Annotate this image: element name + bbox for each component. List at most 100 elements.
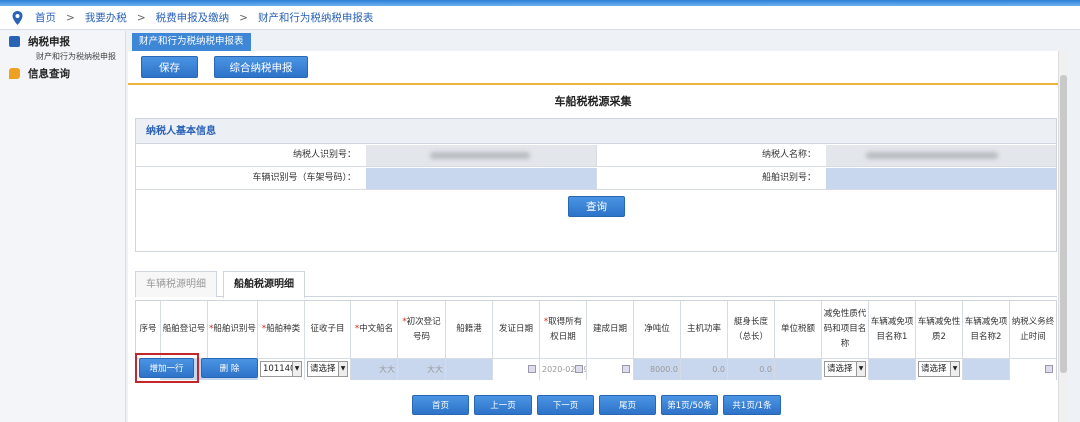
reduction2-select[interactable]: 请选择 ▼ [918,361,960,377]
pager-next-button[interactable]: 下一页 [537,395,594,415]
scrollbar-thumb[interactable] [1060,75,1067,373]
pager-total-info: 共1页/1条 [723,395,781,415]
reduction2-cell: 请选择 ▼ [916,359,963,380]
breadcrumb-home[interactable]: 首页 [35,10,56,25]
column-header: 减免性质代码和项目名称 [822,301,869,359]
reduction-code-select[interactable]: 请选择 ▼ [824,361,866,377]
combined-declaration-button[interactable]: 综合纳税申报 [214,56,308,78]
breadcrumb-current-page[interactable]: 财产和行为税纳税申报表 [258,10,374,25]
ship-detail-grid: 序号 船舶登记号 *船舶识别号 *船舶种类 征收子目 *中文船名 *初次登记号码… [135,300,1057,380]
page-title: 车船税税源采集 [554,95,632,108]
breadcrumb-declaration-payment[interactable]: 税费申报及缴纳 [156,10,230,25]
report-icon [9,36,20,47]
column-header: *船舶识别号 [208,301,258,359]
breadcrumb-tax-services[interactable]: 我要办税 [85,10,127,25]
unit-tax-cell [775,359,822,380]
tab-property-tax-form[interactable]: 财产和行为税纳税申报表 [132,33,251,51]
build-date-input[interactable] [587,359,634,380]
calendar-icon[interactable] [528,365,536,373]
breadcrumb-separator: > [136,11,146,24]
vehicle-id-label: 车辆识别号（车架号码）： [252,173,356,183]
vertical-scrollbar[interactable] [1058,51,1068,422]
vehicle-id-input[interactable] [366,168,596,189]
sidebar-group-info-query[interactable]: 信息查询 [0,65,125,82]
reduction-name1-cell [869,359,916,380]
calendar-icon[interactable] [1045,365,1053,373]
taxpayer-id-label: 纳税人识别号： [292,150,356,160]
sidebar-group-label: 信息查询 [28,68,70,80]
pager-page-info[interactable]: 第1页/50条 [661,395,718,415]
delete-row-button[interactable]: 删 除 [201,358,258,378]
tab-strip: 财产和行为税纳税申报表 [128,31,1068,51]
net-tonnage-cell[interactable]: 8000.0 [634,359,681,380]
column-header: 主机功率 [681,301,728,359]
calendar-icon[interactable] [622,365,630,373]
column-header: 船舶登记号 [161,301,208,359]
ship-id-label: 船舶识别号： [596,168,826,189]
highlight-box [135,353,199,383]
sidebar-group-tax-declaration[interactable]: 纳税申报 [0,33,125,50]
calendar-icon[interactable] [575,365,583,373]
column-header: 纳税义务终止时间 [1010,301,1056,359]
issue-date-input[interactable] [493,359,540,380]
column-header: *取得所有权日期 [540,301,587,359]
chat-bubble-icon [9,68,20,79]
column-header: 净吨位 [634,301,681,359]
taxpayer-name-label: 纳税人名称： [596,145,826,166]
column-header: *船舶种类 [258,301,305,359]
column-header: 船籍港 [446,301,493,359]
end-date-input[interactable] [1010,359,1056,380]
reduction-name2-cell [963,359,1010,380]
taxpayer-info-panel: 纳税人基本信息 纳税人识别号： 纳税人名称： 车辆识别号（车架号码）： 船舶识别… [135,118,1057,252]
query-button[interactable]: 查询 [568,196,625,217]
ship-type-cell: 101140 ▼ [258,359,305,380]
detail-tabs: 车辆税源明细 船舶税源明细 [135,271,1057,298]
panel-title: 纳税人基本信息 [136,119,1056,144]
info-row: 车辆识别号（车架号码）： 船舶识别号： [136,168,1056,190]
column-header: *中文船名 [351,301,398,359]
column-header: 序号 [136,301,161,359]
save-button[interactable]: 保存 [141,56,198,78]
sidebar-group-label: 纳税申报 [28,36,70,48]
pager-first-button[interactable]: 首页 [412,395,469,415]
ship-type-select[interactable]: 101140 ▼ [260,361,302,377]
location-pin-icon [12,10,23,25]
column-header: 艇身长度（总长） [728,301,775,359]
sidebar: 纳税申报 财产和行为税纳税申报 信息查询 [0,31,126,422]
column-header: 发证日期 [493,301,540,359]
chinese-name-cell[interactable]: 大大 [351,359,398,380]
breadcrumb-separator: > [239,11,248,24]
column-header: 车辆减免性质2 [916,301,963,359]
tab-ship-detail[interactable]: 船舶税源明细 [223,271,305,298]
reduction-code-cell: 请选择 ▼ [822,359,869,380]
collection-item-select[interactable]: 请选择 ▼ [307,361,348,377]
column-header: 单位税额 [775,301,822,359]
chevron-down-icon: ▼ [950,362,959,376]
info-row: 纳税人识别号： 纳税人名称： [136,145,1056,167]
toolbar-divider [128,83,1058,85]
breadcrumb: 首页 > 我要办税 > 税费申报及缴纳 > 财产和行为税纳税申报表 [0,6,1080,30]
collection-item-cell: 请选择 ▼ [305,359,351,380]
column-header: *初次登记号码 [398,301,446,359]
pager-prev-button[interactable]: 上一页 [474,395,532,415]
chevron-down-icon: ▼ [856,362,865,376]
chevron-down-icon: ▼ [292,362,301,376]
hull-length-cell[interactable]: 0.0 [728,359,775,380]
sidebar-item-property-tax-declaration[interactable]: 财产和行为税纳税申报 [0,50,125,64]
ship-id-input[interactable] [826,168,1056,189]
acquire-date-input[interactable]: 2020-02-29 [540,359,587,380]
main-content: 财产和行为税纳税申报表 保存 综合纳税申报 车船税税源采集 纳税人基本信息 纳税… [128,31,1068,422]
column-header: 征收子目 [305,301,351,359]
first-registration-cell[interactable]: 大大 [398,359,446,380]
pager-last-button[interactable]: 尾页 [599,395,656,415]
column-header: 车辆减免项目名称2 [963,301,1010,359]
chevron-down-icon: ▼ [338,362,347,376]
port-of-registry-input[interactable] [446,359,493,380]
column-header: 车辆减免项目名称1 [869,301,916,359]
column-header: 建成日期 [587,301,634,359]
tab-vehicle-detail[interactable]: 车辆税源明细 [135,271,217,297]
taxpayer-name-field [826,145,1056,166]
breadcrumb-separator: > [66,11,75,24]
engine-power-cell[interactable]: 0.0 [681,359,728,380]
taxpayer-id-field [366,145,596,166]
